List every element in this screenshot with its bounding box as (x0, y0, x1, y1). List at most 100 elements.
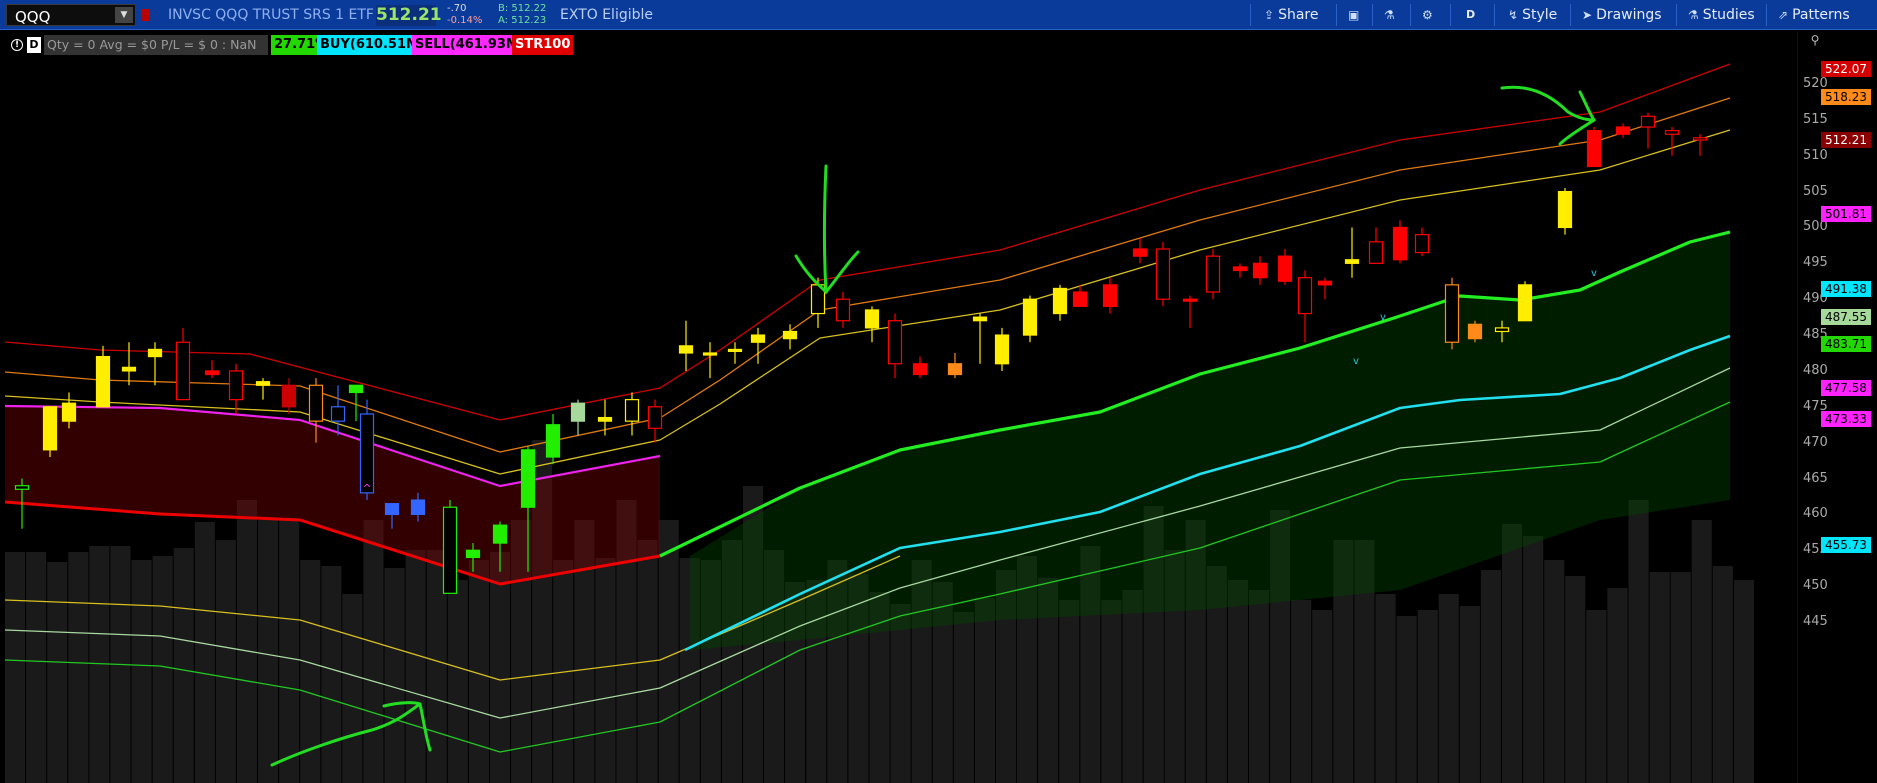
candle[interactable] (1664, 127, 1680, 156)
axis-tick-label: 445 (1803, 614, 1828, 629)
candle[interactable] (624, 392, 640, 436)
candle[interactable] (1344, 227, 1360, 278)
axis-zoom-icon[interactable]: ⚲ (1808, 33, 1822, 47)
candle-body (442, 506, 458, 594)
candle[interactable] (1414, 227, 1430, 257)
candle-body (1494, 327, 1510, 333)
candle[interactable] (281, 378, 297, 414)
candle[interactable] (835, 292, 851, 328)
candle[interactable] (1615, 123, 1631, 138)
chevron-down-icon[interactable]: ▼ (115, 7, 133, 23)
candle[interactable] (175, 327, 191, 401)
candle[interactable] (1182, 295, 1198, 328)
candle[interactable] (121, 342, 137, 386)
candle[interactable] (570, 399, 586, 436)
detach-button[interactable]: ▣ (1342, 3, 1369, 27)
candle[interactable] (330, 385, 346, 436)
candle[interactable] (1132, 238, 1148, 264)
symbol-input[interactable]: QQQ ▼ (6, 4, 136, 26)
candle[interactable] (1467, 320, 1483, 343)
candle[interactable] (1692, 134, 1708, 156)
settings-button[interactable]: ⚙ (1416, 3, 1443, 27)
candle[interactable] (1517, 281, 1533, 322)
candle[interactable] (647, 399, 663, 443)
candle-body (782, 330, 798, 340)
candle-body (597, 416, 613, 422)
position-summary: Qty = 0 Avg = $0 P/L = $ 0 : NaN (44, 35, 268, 55)
candle[interactable] (147, 342, 163, 386)
candle[interactable] (228, 363, 244, 414)
candle[interactable] (1640, 112, 1656, 149)
candle[interactable] (678, 320, 694, 371)
pct-change-value: -0.14% (447, 15, 483, 26)
style-button[interactable]: ↯ Style (1502, 3, 1563, 27)
period-button[interactable]: D (1460, 3, 1481, 27)
candle[interactable] (42, 406, 58, 458)
volume-bar (131, 560, 152, 783)
candle-body (492, 524, 508, 544)
candle-body (1344, 259, 1360, 264)
candle[interactable] (1205, 248, 1221, 300)
candle[interactable] (1102, 277, 1118, 314)
candle[interactable] (1022, 295, 1038, 343)
price-chart[interactable]: ^ v v v (5, 31, 1877, 783)
candle[interactable] (442, 500, 458, 594)
candle[interactable] (255, 378, 271, 400)
exto-eligible-label[interactable]: EXTO Eligible (560, 7, 653, 23)
patterns-icon: ⇗ (1778, 8, 1789, 22)
candle-body (348, 384, 364, 394)
candle-body (835, 298, 851, 322)
candle[interactable] (1392, 220, 1408, 264)
volume-bar (1733, 580, 1754, 783)
candle-body (1277, 255, 1293, 282)
candle[interactable] (204, 360, 220, 379)
candle[interactable] (545, 413, 561, 465)
flask-button[interactable]: ⚗ (1378, 3, 1405, 27)
drawings-button[interactable]: ➤ Drawings (1576, 3, 1668, 27)
candle[interactable] (1155, 241, 1171, 307)
share-button[interactable]: ⇪ Share (1258, 3, 1324, 27)
volume-bar (1459, 606, 1480, 783)
studies-button[interactable]: ⚗ Studies (1682, 3, 1761, 27)
cursor-icon: ➤ (1582, 8, 1593, 22)
ask-value: A: 512.23 (498, 15, 547, 26)
toolbar-divider (1372, 4, 1373, 26)
volume-bar (194, 522, 215, 783)
volume-bar (1417, 610, 1438, 783)
candle[interactable] (1317, 277, 1333, 300)
candle[interactable] (887, 313, 903, 379)
volume-bar (1649, 572, 1670, 783)
candle[interactable] (727, 342, 743, 364)
volume-bar (489, 552, 510, 783)
candle[interactable] (1277, 248, 1293, 285)
candle[interactable] (1072, 284, 1088, 307)
candle[interactable] (947, 353, 963, 379)
candle[interactable] (702, 342, 718, 379)
candle-body (384, 503, 400, 516)
volume-bar (1438, 594, 1459, 783)
candle[interactable] (95, 345, 111, 408)
candle[interactable] (1052, 284, 1068, 321)
style-label: Style (1522, 7, 1558, 23)
candle[interactable] (994, 327, 1010, 371)
link-color-icon[interactable] (141, 9, 150, 21)
caret-marker: v (1353, 356, 1359, 367)
candle[interactable] (1252, 256, 1268, 285)
toolbar-divider (1494, 4, 1495, 26)
info-icon[interactable]: ! (11, 39, 23, 51)
patterns-button[interactable]: ⇗ Patterns (1772, 3, 1856, 27)
candle[interactable] (1586, 127, 1602, 168)
candle[interactable] (1368, 227, 1384, 264)
volume-bar (1628, 500, 1649, 783)
candle[interactable] (750, 327, 766, 364)
candle[interactable] (912, 356, 928, 379)
candle[interactable] (1232, 263, 1248, 278)
toolbar-divider (1570, 4, 1571, 26)
candle[interactable] (864, 306, 880, 343)
candle[interactable] (1444, 277, 1460, 350)
candle[interactable] (972, 313, 988, 364)
candle-body (1517, 284, 1533, 322)
candle-body (678, 345, 694, 354)
candle[interactable] (1557, 188, 1573, 235)
candle[interactable] (1297, 270, 1313, 343)
